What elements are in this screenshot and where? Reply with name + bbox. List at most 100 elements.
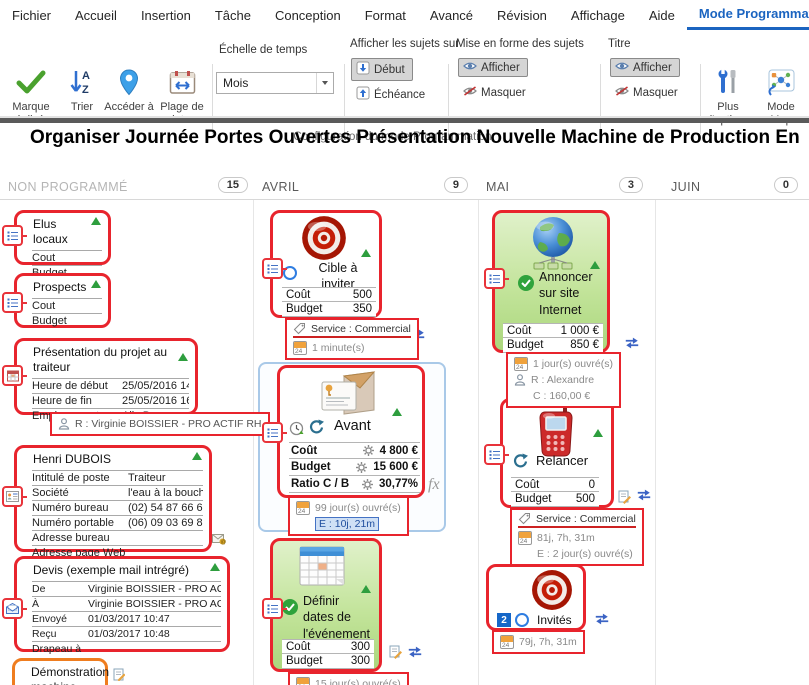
actual-cost-text: C : 160,00 €: [533, 390, 590, 402]
tab-aide[interactable]: Aide: [637, 0, 687, 30]
field-value: 25/05/2016 14:30: [122, 380, 189, 392]
card-handle-list-icon[interactable]: [2, 225, 23, 246]
card-henri-dubois[interactable]: Henri DUBOIS Intitulé de posteTraiteur S…: [14, 445, 212, 552]
cal24-icon: 24: [296, 501, 310, 515]
card-presentation-traiteur[interactable]: Présentation du projet au traiteur Heure…: [14, 338, 198, 415]
column-divider: [478, 200, 479, 685]
card-handle-meeting-icon[interactable]: [2, 365, 23, 386]
card-relancer[interactable]: Relancer Coût0 Budget500: [500, 398, 614, 508]
format-show-button[interactable]: Afficher: [458, 58, 528, 77]
start-toggle-button[interactable]: Début: [351, 58, 413, 81]
app-window: Fichier Accueil Insertion Tâche Concepti…: [0, 0, 809, 685]
card-annoncer-internet[interactable]: Annoncersur siteInternet Coût1 000 € Bud…: [492, 210, 610, 353]
due-label: Échéance: [374, 89, 425, 101]
field-label: Cout: [32, 300, 55, 312]
tab-format[interactable]: Format: [353, 0, 418, 30]
tab-mode-programmation[interactable]: Mode Programmation: [687, 0, 809, 30]
tab-insertion[interactable]: Insertion: [129, 0, 203, 30]
card-demonstration-machine[interactable]: Démonstration machine: [12, 658, 108, 685]
estimate-text: E : 2 jour(s) ouvré(s): [537, 548, 633, 560]
card-notes-invites: 2479j, 7h, 31m: [492, 630, 585, 654]
column-header-mai[interactable]: MAI 3: [486, 177, 649, 197]
ratio-value: 30,77%: [379, 478, 418, 490]
collapse-triangle-icon[interactable]: [361, 249, 371, 257]
project-title: Organiser Journée Portes Ouvertes Présen…: [30, 127, 809, 149]
field-label: Drapeau à: [32, 643, 88, 655]
card-handle-list-icon[interactable]: [2, 292, 23, 313]
gear-icon: [356, 462, 367, 473]
card-title: Henri DUBOIS: [33, 452, 192, 467]
sync-arrows-icon: [624, 336, 640, 355]
tab-affichage[interactable]: Affichage: [559, 0, 637, 30]
card-notes-relancer: Service : Commercial 2481j, 7h, 31m E : …: [510, 508, 644, 566]
tab-accueil[interactable]: Accueil: [63, 0, 129, 30]
card-cible-a-inviter[interactable]: Cible àinviter Coût500 Budget350: [270, 210, 382, 318]
combobox-arrow-icon[interactable]: [316, 73, 333, 93]
card-handle-list-icon[interactable]: [484, 268, 505, 289]
card-title: Invités: [537, 613, 572, 627]
card-definir-dates[interactable]: Définirdates del'événement Coût300 Budge…: [270, 538, 382, 672]
card-handle-envelope-icon[interactable]: [2, 598, 23, 619]
cal24-icon: 24: [296, 677, 310, 685]
mail-document-image: [316, 370, 380, 425]
cost-table: Coût0 Budget500: [511, 477, 599, 507]
note-page-icon: [618, 490, 631, 509]
due-toggle-button[interactable]: Échéance: [351, 83, 433, 106]
tab-fichier[interactable]: Fichier: [0, 0, 63, 30]
ribbon-separator: [600, 64, 601, 134]
card-devis-mail[interactable]: Devis (exemple mail intrégré) DeVirginie…: [14, 556, 230, 652]
calendar-image: [298, 545, 348, 592]
tab-conception[interactable]: Conception: [263, 0, 353, 30]
collapse-triangle-icon[interactable]: [192, 452, 202, 460]
field-value: Virginie BOISSIER - PRO ACTIF RH: [88, 598, 221, 610]
card-avant[interactable]: Avant Coût4 800 € Budget15 600 € Ratio C…: [277, 365, 425, 498]
title-hide-button[interactable]: Masquer: [610, 83, 686, 102]
cost-value: 4 800 €: [380, 445, 418, 457]
card-handle-list-icon[interactable]: [484, 444, 505, 465]
collapse-triangle-icon[interactable]: [210, 563, 220, 571]
card-elus-locaux[interactable]: Elus locaux Cout Budget: [14, 210, 111, 265]
card-notes-annoncer: 241 jour(s) ouvré(s) R : Alexandre C : 1…: [506, 352, 621, 408]
column-count-badge: 15: [218, 177, 248, 193]
collapse-triangle-icon[interactable]: [392, 408, 402, 416]
column-header-juin[interactable]: JUIN 0: [671, 177, 804, 197]
format-show-label: Afficher: [481, 62, 520, 74]
tab-revision[interactable]: Révision: [485, 0, 559, 30]
tab-avance[interactable]: Avancé: [418, 0, 485, 30]
tag-text: Service : Commercial: [536, 513, 636, 525]
ribbon-separator: [700, 64, 701, 134]
card-handle-list-icon[interactable]: [262, 258, 283, 279]
column-count-badge: 0: [774, 177, 798, 193]
column-header-avril[interactable]: AVRIL 9: [262, 177, 474, 197]
show-topics-label: Afficher les sujets sur: [350, 38, 459, 50]
card-title: Démonstration machine: [31, 665, 109, 685]
start-icon: [356, 61, 370, 78]
resource-text: R : Virginie BOISSIER - PRO ACTIF RH: [75, 418, 262, 430]
card-handle-contact-icon[interactable]: [2, 486, 23, 507]
field-value: (06) 09 03 69 86: [128, 517, 203, 529]
card-handle-list-icon[interactable]: [262, 598, 283, 619]
cal24-icon: 24: [514, 357, 528, 371]
collapse-triangle-icon[interactable]: [178, 353, 188, 361]
collapse-triangle-icon[interactable]: [593, 429, 603, 437]
view-splitter[interactable]: [0, 118, 809, 123]
column-header-non-programme[interactable]: NON PROGRAMMÉ 15: [8, 177, 254, 197]
tag-text: Service : Commercial: [311, 323, 411, 335]
budget-label: Budget: [507, 339, 543, 351]
collapse-triangle-icon[interactable]: [91, 280, 101, 288]
cost-label: Coût: [291, 445, 363, 457]
card-handle-list-icon[interactable]: [262, 422, 283, 443]
collapse-triangle-icon[interactable]: [590, 261, 600, 269]
card-prospects[interactable]: Prospects Cout Budget: [14, 273, 111, 328]
collapse-triangle-icon[interactable]: [361, 585, 371, 593]
card-notes-avant: 2499 jour(s) ouvré(s) E : 10j, 21m: [288, 496, 409, 536]
status-ring-icon: [515, 613, 529, 627]
timescale-combobox[interactable]: Mois: [216, 72, 334, 94]
ribbon: Marque réalisée AZ Trier Accéder à Plage…: [0, 30, 809, 116]
format-hide-button[interactable]: Masquer: [458, 83, 534, 102]
collapse-triangle-icon[interactable]: [91, 217, 101, 225]
card-invites[interactable]: 2 Invités: [486, 564, 586, 631]
tab-tache[interactable]: Tâche: [203, 0, 263, 30]
budget-value: 350: [353, 303, 372, 315]
title-show-button[interactable]: Afficher: [610, 58, 680, 77]
